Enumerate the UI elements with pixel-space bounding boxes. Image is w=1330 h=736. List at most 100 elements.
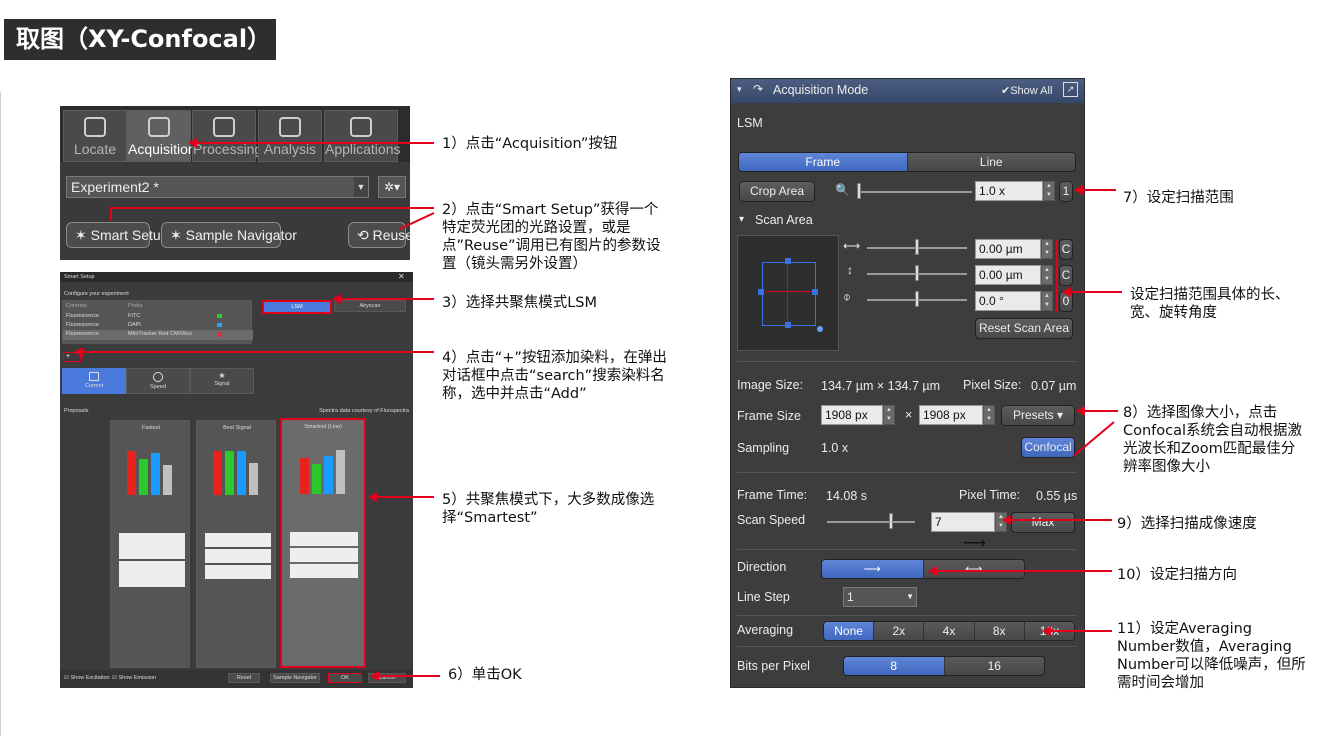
averaging-option[interactable]: 4x — [924, 622, 975, 640]
averaging-option[interactable]: 2x — [874, 622, 925, 640]
tab-speed[interactable]: Speed — [126, 368, 190, 394]
bidirectional-option[interactable]: ⟷ — [923, 560, 1024, 578]
offset-y-handle[interactable] — [915, 265, 919, 281]
direction-label: Direction — [737, 560, 787, 574]
crosshair — [766, 291, 812, 292]
frame-line-toggle[interactable]: Frame Line — [738, 152, 1076, 172]
frame-width-spinner[interactable]: ▲ ▼ — [883, 405, 895, 425]
configure-label: Configure your experiment — [64, 291, 129, 297]
spectrum-plot — [290, 532, 358, 546]
smart-setup-button[interactable]: ✶ Smart Setup — [66, 222, 168, 248]
table-row[interactable]: Fluorescence DAPI — [63, 321, 253, 330]
bits-option[interactable]: 16 — [944, 657, 1044, 675]
image-size-value: 134.7 µm × 134.7 µm — [821, 379, 940, 393]
reset-x-button[interactable]: C — [1059, 239, 1073, 260]
tab-applications[interactable]: Applications — [324, 110, 401, 162]
zoom-reset-button[interactable]: 1 — [1059, 181, 1073, 202]
rotation-handle[interactable] — [915, 291, 919, 307]
table-row[interactable]: Fluorescence MitoTracker Red CMXRos — [63, 330, 253, 340]
reset-button[interactable]: Reset — [228, 673, 260, 683]
sample-navigator-label: Sample Navigator — [185, 227, 297, 243]
chevron-down-icon: ▼ — [354, 177, 368, 197]
rotation-spinner[interactable]: ▲ ▼ — [1041, 291, 1053, 311]
frame-width-field[interactable]: 1908 px — [821, 405, 883, 425]
lsm-label: LSM — [737, 116, 763, 130]
scan-speed-slider[interactable] — [827, 521, 915, 523]
resize-handle[interactable] — [758, 289, 764, 295]
close-icon[interactable]: ✕ — [398, 272, 405, 281]
experiment-select[interactable]: Experiment2 * ▼ — [66, 176, 369, 198]
rotate-handle[interactable] — [817, 326, 823, 332]
spectrum-plot — [205, 549, 271, 563]
unidirectional-option[interactable]: ⟶ — [822, 560, 924, 578]
note-step-10: 10）设定扫描方向 — [1117, 567, 1237, 583]
scan-region[interactable] — [762, 262, 816, 326]
offset-y-field[interactable]: 0.00 µm — [975, 265, 1041, 285]
reset-scan-area-button[interactable]: Reset Scan Area — [975, 318, 1073, 339]
table-row[interactable]: Fluorescence FITC — [63, 312, 253, 321]
show-excitation-checkbox[interactable]: ☑ Show Excitation — [64, 675, 110, 681]
airyscan-mode-button[interactable]: Airyscan — [334, 300, 406, 312]
scan-area-preview[interactable] — [737, 235, 839, 351]
show-all-toggle[interactable]: ✔Show All — [1001, 84, 1052, 97]
zoom-slider[interactable] — [857, 191, 972, 193]
crop-area-button[interactable]: Crop Area — [739, 181, 815, 202]
scan-speed-handle[interactable] — [889, 513, 893, 529]
row-probe: FITC — [128, 313, 141, 319]
tab-processing[interactable]: Processing — [192, 110, 262, 162]
experiment-value: Experiment2 * — [71, 179, 159, 195]
bits-per-pixel-toggle[interactable]: 8 16 — [843, 656, 1045, 676]
proposal-smartest[interactable]: Smartest (Line) — [280, 418, 366, 668]
scan-speed-field[interactable]: 7 — [931, 512, 995, 532]
presets-button[interactable]: Presets ▾ — [1001, 405, 1075, 426]
callout-arrowhead — [1074, 185, 1083, 195]
crosshair — [787, 262, 788, 324]
zoom-field[interactable]: 1.0 x — [975, 181, 1043, 201]
tab-acquisition[interactable]: Acquisition — [127, 110, 196, 162]
reset-y-button[interactable]: C — [1059, 265, 1073, 286]
collapse-icon[interactable]: ▾ — [737, 84, 742, 95]
confocal-button[interactable]: Confocal — [1021, 437, 1075, 458]
averaging-option[interactable]: 8x — [974, 622, 1025, 640]
offset-x-spinner[interactable]: ▲ ▼ — [1041, 239, 1053, 259]
ok-button[interactable]: OK — [328, 673, 362, 683]
gear-icon[interactable]: ✲▾ — [378, 176, 406, 198]
line-option[interactable]: Line — [907, 153, 1075, 171]
averaging-toggle[interactable]: None 2x 4x 8x 16x — [823, 621, 1075, 641]
resize-handle[interactable] — [785, 322, 791, 328]
sample-navigator-button[interactable]: ✶ Sample Navigator — [161, 222, 297, 248]
frame-option[interactable]: Frame — [739, 153, 908, 171]
tab-locate[interactable]: Locate — [63, 110, 127, 162]
collapse-icon[interactable]: ▾ — [739, 214, 744, 225]
lsm-mode-button[interactable]: LSM — [262, 300, 332, 314]
direction-toggle[interactable]: ⟶ ⟷ — [821, 559, 1025, 579]
proposal-best-signal[interactable]: Best Signal — [196, 420, 276, 668]
callout-line — [1050, 630, 1112, 632]
resize-handle[interactable] — [785, 258, 791, 264]
spectra-credit: Spectra data courtesy of Fluospectra — [319, 408, 409, 414]
popout-icon[interactable]: ↗ — [1063, 82, 1078, 97]
offset-x-handle[interactable] — [915, 239, 919, 255]
tab-analysis[interactable]: Analysis — [258, 110, 322, 162]
sample-navigator-button[interactable]: Sample Navigator — [270, 673, 320, 683]
row-contrast: Fluorescence — [66, 313, 100, 319]
resize-handle[interactable] — [812, 289, 818, 295]
averaging-option[interactable]: None — [824, 622, 875, 640]
offset-y-spinner[interactable]: ▲ ▼ — [1041, 265, 1053, 285]
frame-size-label: Frame Size — [737, 409, 801, 423]
tab-current[interactable]: Current — [62, 368, 126, 394]
rotation-field[interactable]: 0.0 ° — [975, 291, 1041, 311]
divider — [737, 361, 1077, 362]
zoom-spinner[interactable]: ▲ ▼ — [1043, 181, 1055, 201]
zoom-slider-handle[interactable] — [857, 183, 861, 199]
bits-option[interactable]: 8 — [844, 657, 945, 675]
proposal-fastest[interactable]: Fastest — [110, 420, 190, 668]
show-emission-checkbox[interactable]: ☑ Show Emission — [112, 675, 156, 681]
frame-height-field[interactable]: 1908 px — [919, 405, 983, 425]
tab-signal[interactable]: ★ Signal — [190, 368, 254, 394]
frame-height-spinner[interactable]: ▲ ▼ — [983, 405, 995, 425]
reuse-button[interactable]: ⟲ Reuse — [348, 222, 413, 248]
max-speed-button[interactable]: Max — [1011, 512, 1075, 533]
offset-x-field[interactable]: 0.00 µm — [975, 239, 1041, 259]
line-step-select[interactable]: 1 ▼ — [843, 587, 917, 607]
